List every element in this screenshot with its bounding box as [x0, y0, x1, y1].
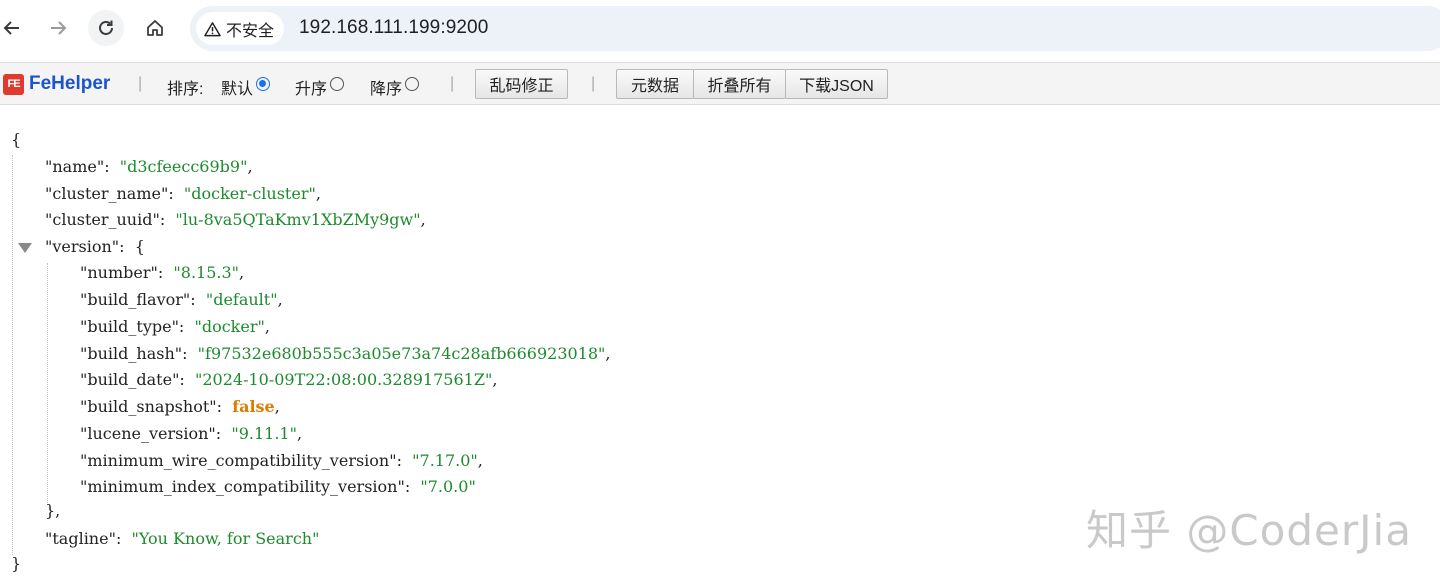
download-json-button[interactable]: 下载JSON [785, 69, 888, 99]
json-key: "build_date": [80, 370, 185, 389]
reload-button[interactable] [88, 10, 124, 46]
json-string-value: "default" [205, 290, 278, 309]
json-key: "tagline": [45, 529, 122, 548]
sort-option-descending[interactable]: 降序 [370, 75, 420, 99]
arrow-left-icon [3, 21, 19, 35]
json-string-value: "docker-cluster" [183, 184, 316, 203]
json-string-value: "8.15.3" [173, 263, 240, 282]
json-line-cluster-name: "cluster_name": "docker-cluster", [45, 184, 321, 203]
json-line-cluster-uuid: "cluster_uuid": "lu-8va5QTaKmv1XbZMy9gw"… [45, 210, 426, 229]
json-string-value: "docker" [194, 317, 265, 336]
json-boolean-value: false [232, 397, 275, 416]
json-string-value: "9.11.1" [231, 424, 297, 443]
forward-button[interactable] [40, 10, 76, 46]
address-bar[interactable]: 不安全 192.168.111.199:9200 [190, 6, 1440, 51]
json-version-close: }, [45, 501, 61, 520]
security-indicator[interactable]: 不安全 [196, 12, 285, 45]
home-button[interactable] [137, 10, 173, 46]
toolbar-separator: | [138, 75, 143, 92]
radio-default[interactable] [256, 77, 271, 91]
collapse-toggle-icon[interactable] [18, 243, 32, 253]
json-line-build-date: "build_date": "2024-10-09T22:08:00.32891… [80, 370, 498, 389]
indent-guide [12, 155, 13, 555]
radio-descending[interactable] [405, 77, 420, 91]
json-line-min-wire: "minimum_wire_compatibility_version": "7… [80, 451, 483, 470]
json-open-brace: { [11, 130, 22, 149]
json-line-lucene-version: "lucene_version": "9.11.1", [80, 424, 303, 443]
json-key: "lucene_version": [80, 424, 222, 443]
json-line-min-index: "minimum_index_compatibility_version": "… [80, 477, 476, 497]
toolbar-separator: | [450, 75, 455, 92]
indent-guide [47, 263, 48, 503]
json-line-tagline: "tagline": "You Know, for Search" [45, 529, 319, 549]
json-line-build-type: "build_type": "docker", [80, 317, 270, 336]
radio-ascending[interactable] [330, 77, 345, 91]
json-key: "build_hash": [80, 344, 188, 363]
json-key: "version": [45, 237, 125, 256]
json-key: "cluster_name": [45, 184, 174, 203]
home-icon [147, 20, 163, 36]
json-close-brace: } [11, 554, 22, 573]
warning-triangle-icon [204, 21, 221, 36]
json-key: "build_snapshot": [80, 397, 223, 416]
json-line-build-snapshot: "build_snapshot": false, [80, 397, 280, 416]
json-string-value: "2024-10-09T22:08:00.328917561Z" [194, 370, 493, 389]
browser-toolbar: 不安全 192.168.111.199:9200 [0, 0, 1440, 58]
security-label: 不安全 [226, 22, 275, 40]
json-line-number: "number": "8.15.3", [80, 263, 245, 282]
json-line-build-hash: "build_hash": "f97532e680b555c3a05e73a74… [80, 344, 611, 363]
json-string-value: "lu-8va5QTaKmv1XbZMy9gw" [175, 210, 421, 229]
fehelper-logo-icon: FE [3, 73, 24, 95]
json-key: "number": [80, 263, 164, 282]
json-line-name: "name": "d3cfeecc69b9", [45, 157, 253, 176]
fehelper-logo-text: FeHelper [29, 73, 111, 94]
json-string-value: "7.0.0" [420, 477, 476, 496]
json-key: "cluster_uuid": [45, 210, 166, 229]
json-string-value: "You Know, for Search" [131, 529, 320, 548]
toolbar-separator: | [591, 75, 596, 92]
json-string-value: "d3cfeecc69b9" [119, 157, 248, 176]
json-line-build-flavor: "build_flavor": "default", [80, 290, 283, 309]
sort-option-default[interactable]: 默认 [221, 75, 271, 99]
json-key: "build_type": [80, 317, 185, 336]
url-text[interactable]: 192.168.111.199:9200 [299, 17, 488, 39]
reload-icon [99, 20, 113, 35]
json-string-value: "f97532e680b555c3a05e73a74c28afb66692301… [197, 344, 606, 363]
metadata-button[interactable]: 元数据 [616, 69, 694, 99]
arrow-right-icon [51, 21, 67, 35]
fehelper-logo: FE FeHelper [3, 73, 110, 95]
zhihu-watermark: 知乎 @CoderJia [1086, 506, 1412, 555]
back-button[interactable] [0, 10, 30, 46]
json-key: "minimum_wire_compatibility_version": [80, 451, 402, 470]
fix-encoding-button[interactable]: 乱码修正 [475, 69, 568, 99]
sort-label: 排序: [167, 81, 204, 98]
fehelper-toolbar: FE FeHelper | 排序: 默认 升序 降序 | 乱码修正 | 元数据 … [0, 62, 1440, 105]
json-string-value: "7.17.0" [412, 451, 478, 470]
json-key: "minimum_index_compatibility_version": [80, 477, 411, 496]
collapse-all-button[interactable]: 折叠所有 [693, 69, 786, 99]
sort-option-ascending[interactable]: 升序 [295, 75, 345, 99]
json-key: "name": [45, 157, 110, 176]
json-key: "build_flavor": [80, 290, 196, 309]
json-line-version: "version": { [45, 237, 145, 256]
